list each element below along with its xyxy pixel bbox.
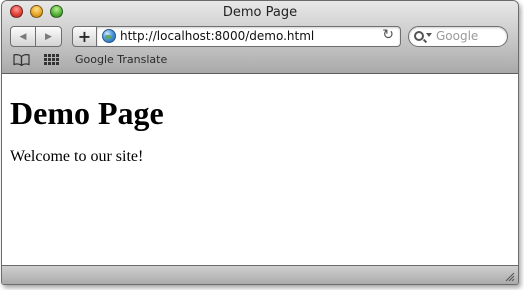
resize-grip-icon[interactable] [504, 271, 515, 282]
add-bookmark-button[interactable]: + [72, 26, 97, 47]
search-field[interactable]: Google [408, 26, 508, 47]
address-bar[interactable]: http://localhost:8000/demo.html ↻ [96, 26, 401, 47]
bookmarks-bar: Google Translate [2, 52, 518, 70]
page-content: Demo Page Welcome to our site! [2, 74, 518, 266]
reload-icon[interactable]: ↻ [382, 28, 394, 42]
forward-button[interactable]: ▶ [35, 26, 62, 47]
browser-window: Demo Page ◀ ▶ + http://localhost:8000/de… [1, 0, 519, 285]
browser-toolbar: Demo Page ◀ ▶ + http://localhost:8000/de… [2, 1, 518, 74]
page-body-text: Welcome to our site! [10, 148, 144, 165]
back-button[interactable]: ◀ [10, 26, 36, 47]
search-icon [414, 31, 424, 41]
window-title: Demo Page [222, 5, 298, 20]
search-placeholder: Google [436, 29, 479, 43]
back-arrow-icon: ◀ [19, 31, 27, 42]
status-bar [2, 265, 518, 284]
url-text[interactable]: http://localhost:8000/demo.html [120, 29, 314, 43]
plus-icon: + [77, 26, 92, 46]
globe-icon [102, 29, 116, 43]
forward-arrow-icon: ▶ [45, 31, 52, 42]
search-dropdown-icon[interactable] [426, 33, 432, 37]
reading-list-book-icon[interactable] [13, 54, 30, 66]
top-sites-grid-icon[interactable] [44, 54, 60, 66]
bookmark-google-translate[interactable]: Google Translate [75, 53, 167, 66]
screen: Demo Page ◀ ▶ + http://localhost:8000/de… [0, 0, 524, 290]
page-heading: Demo Page [10, 95, 164, 131]
navigation-buttons: ◀ ▶ [10, 26, 62, 47]
